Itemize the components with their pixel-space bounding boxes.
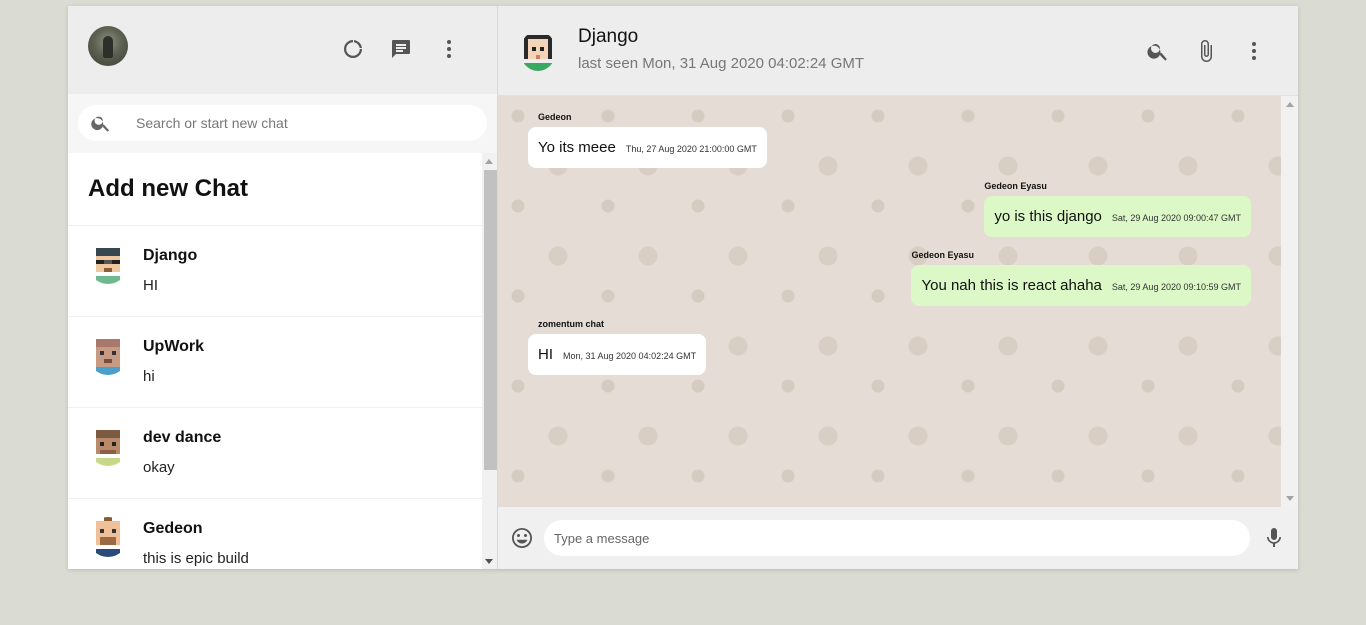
sidebar: Add new Chat Django (68, 6, 498, 569)
new-chat-icon[interactable] (389, 37, 413, 61)
chat-item-last-message: this is epic build (143, 550, 249, 567)
chat-body: Gedeon Yo its meee Thu, 27 Aug 2020 21:0… (498, 96, 1281, 507)
add-new-chat-label: Add new Chat (88, 175, 248, 202)
status-icon[interactable] (341, 37, 365, 61)
message-sender: zomentum chat (538, 319, 605, 329)
search-input[interactable] (136, 115, 475, 131)
mic-icon[interactable] (1262, 526, 1286, 550)
chat-item-last-message: hi (143, 368, 155, 385)
emoji-icon[interactable] (510, 526, 534, 550)
message-sender: Gedeon Eyasu (911, 250, 975, 260)
message-bubble: You nah this is react ahaha Sat, 29 Aug … (911, 265, 1251, 306)
chat-item-name: UpWork (143, 338, 205, 355)
whatsapp-clone-app: Add new Chat Django (68, 6, 1298, 569)
chat-item-name: Gedeon (143, 520, 203, 537)
message-bubble: HI Mon, 31 Aug 2020 04:02:24 GMT (528, 334, 707, 375)
search-box (78, 105, 487, 141)
search-icon (91, 116, 110, 132)
contact-name: Django (578, 25, 639, 47)
chat-item-name: dev dance (143, 429, 222, 446)
message-input[interactable] (544, 520, 1250, 556)
message-bubble: yo is this django Sat, 29 Aug 2020 09:00… (984, 196, 1251, 237)
chat-item-gedeon[interactable]: Gedeon this is epic build (68, 499, 482, 569)
search-container (68, 94, 497, 153)
chat-item-name: Django (143, 247, 198, 264)
scroll-down-arrow-icon[interactable] (1286, 496, 1294, 501)
message-text: You nah this is react ahaha (921, 277, 1102, 294)
more-vert-icon[interactable] (1242, 39, 1266, 63)
scroll-up-arrow-icon[interactable] (1286, 102, 1294, 107)
chat-item-upwork[interactable]: UpWork hi (68, 317, 482, 408)
avatar (88, 517, 128, 557)
chat-header-icons (1146, 39, 1266, 63)
chat-body-container: Gedeon Yo its meee Thu, 27 Aug 2020 21:0… (498, 96, 1298, 507)
avatar (88, 244, 128, 284)
chat-list: Add new Chat Django HI UpWork hi dev dan… (68, 153, 497, 569)
more-vert-icon[interactable] (437, 37, 461, 61)
scroll-thumb[interactable] (484, 170, 497, 470)
sidebar-scrollbar[interactable] (482, 153, 497, 569)
chat-header: Django last seen Mon, 31 Aug 2020 04:02:… (498, 6, 1298, 96)
attach-icon[interactable] (1194, 39, 1218, 63)
message: Gedeon Yo its meee Thu, 27 Aug 2020 21:0… (528, 112, 1251, 168)
message-text: Yo its meee (538, 139, 616, 156)
scroll-up-arrow-icon[interactable] (485, 159, 493, 164)
last-seen-status: last seen Mon, 31 Aug 2020 04:02:24 GMT (578, 54, 865, 72)
chat-list-container: Add new Chat Django HI UpWork hi dev dan… (68, 153, 497, 569)
chat-item-last-message: okay (143, 459, 175, 476)
chat-item-django[interactable]: Django HI (68, 226, 482, 317)
user-avatar[interactable] (88, 26, 128, 66)
message-composer (498, 507, 1298, 569)
message-text: HI (538, 346, 553, 363)
message-timestamp: Sat, 29 Aug 2020 09:00:47 GMT (1111, 213, 1241, 223)
search-icon[interactable] (1146, 39, 1170, 63)
message-text: yo is this django (994, 208, 1102, 225)
message-bubble: Yo its meee Thu, 27 Aug 2020 21:00:00 GM… (528, 127, 767, 168)
sidebar-header-icons (341, 37, 461, 61)
message: Gedeon Eyasu You nah this is react ahaha… (528, 250, 1251, 306)
add-new-chat[interactable]: Add new Chat (68, 153, 482, 226)
chat-scrollbar[interactable] (1281, 96, 1298, 507)
message-sender: Gedeon Eyasu (984, 181, 1047, 191)
message-sender: Gedeon (538, 112, 572, 122)
contact-avatar[interactable] (520, 30, 556, 71)
message-timestamp: Sat, 29 Aug 2020 09:10:59 GMT (1111, 282, 1241, 292)
sidebar-header (68, 6, 497, 94)
message-timestamp: Thu, 27 Aug 2020 21:00:00 GMT (625, 144, 757, 154)
message: zomentum chat HI Mon, 31 Aug 2020 04:02:… (528, 319, 1251, 375)
chat-panel: Django last seen Mon, 31 Aug 2020 04:02:… (498, 6, 1298, 569)
message: Gedeon Eyasu yo is this django Sat, 29 A… (528, 181, 1251, 237)
avatar (88, 426, 128, 466)
scroll-down-arrow-icon[interactable] (485, 559, 493, 564)
chat-item-dev-dance[interactable]: dev dance okay (68, 408, 482, 499)
message-timestamp: Mon, 31 Aug 2020 04:02:24 GMT (563, 351, 697, 361)
avatar (88, 335, 128, 375)
chat-item-last-message: HI (143, 277, 158, 294)
